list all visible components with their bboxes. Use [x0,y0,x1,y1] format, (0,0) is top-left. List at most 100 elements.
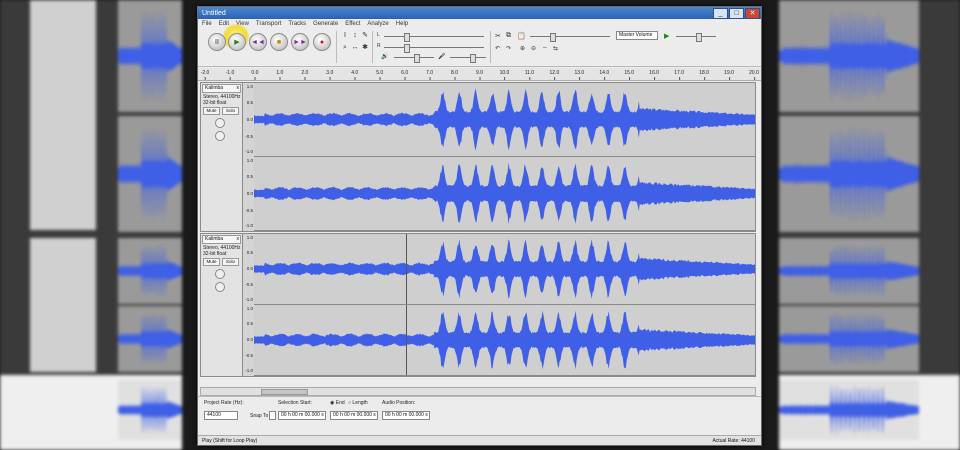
edit-cursor [406,234,407,304]
scrollbar-thumb[interactable] [261,389,308,395]
menu-effect[interactable]: Effect [345,21,360,27]
snap-to-label: Snap To [250,413,269,419]
status-text: Play (Shift for Loop Play) [202,438,258,444]
menu-file[interactable]: File [202,21,212,27]
track-1-mute-button[interactable]: Mute [203,107,220,115]
menu-tracks[interactable]: Tracks [288,21,306,27]
project-rate-select[interactable]: 44100 [204,411,238,420]
edit-cursor [406,305,407,375]
audio-position-label: Audio Position: [382,400,416,406]
skip-start-button[interactable]: ◄◄ [249,33,267,51]
snap-to-checkbox[interactable] [269,411,276,420]
ruler-tick: 15.0 [624,70,635,80]
output-volume-slider[interactable] [394,54,434,63]
ruler-tick: 9.0 [476,70,483,80]
draw-tool-icon[interactable]: ✎ [361,32,369,40]
horizontal-scrollbar[interactable] [200,387,756,396]
ruler-tick: -2.0 [200,70,210,80]
input-meter-label: R [377,43,381,49]
ruler-tick: 3.0 [326,70,334,80]
track-2-pan-slider[interactable] [215,282,225,292]
stop-button[interactable]: ■ [270,33,288,51]
timeline-ruler[interactable]: -2.0 -1.0 0.0 1.0 2.0 3.0 4.0 5.0 6.0 7.0 8.0 9.0 10… [198,68,761,81]
ruler-tick: 2.0 [301,70,309,80]
track-1-close-icon[interactable]: x [237,85,240,91]
track-2-right-waveform[interactable] [254,305,755,376]
paste-icon[interactable]: 📋 [517,32,526,40]
zoom-in-icon[interactable]: ⊕ [520,45,525,52]
ruler-tick: 12.0 [549,70,560,80]
play-button[interactable]: ▶ [228,33,246,51]
pause-button[interactable]: II [208,33,226,51]
minimize-button[interactable]: _ [713,7,728,19]
track-1-bitdepth: 32-bit float [203,100,227,106]
track-2-mute-button[interactable]: Mute [203,258,220,266]
end-radio[interactable]: ◉ End [330,400,345,406]
ruler-tick: 18.0 [699,70,709,80]
track-1-solo-button[interactable]: Solo [222,107,239,115]
track-1-left-waveform[interactable] [254,83,755,157]
skip-end-button[interactable]: ►► [291,33,309,51]
fit-project-icon[interactable]: ⇆ [553,45,558,52]
ruler-tick: 10.0 [499,70,510,80]
ruler-tick: 4.0 [351,70,359,80]
maximize-button[interactable]: □ [729,7,744,19]
track-1-pan-slider[interactable] [215,131,225,141]
input-volume-slider[interactable] [450,54,486,63]
end-label: End [335,400,345,406]
zoom-tool-icon[interactable]: ⌕ [341,44,349,52]
pause-icon: II [215,38,219,46]
audacity-window: Untitled _ □ ✕ File Edit View Transport … [197,6,762,446]
track-2-left-waveform[interactable] [254,234,755,305]
skip-start-icon: ◄◄ [251,38,265,46]
close-button[interactable]: ✕ [745,7,760,19]
skip-end-icon: ►► [293,38,307,46]
length-radio[interactable]: ○ Length [348,400,368,406]
output-device-select[interactable]: Master Volume [616,31,658,40]
track-1-info-panel: Kalimba x Stereo, 44100Hz 32-bit float Mu… [201,83,243,231]
track-2-info-panel: Kalimba x Stereo, 44100Hz 32-bit float Mu… [201,234,243,376]
ruler-tick: 5.0 [376,70,384,80]
track-1[interactable]: Kalimba x Stereo, 44100Hz 32-bit float Mu… [200,82,756,232]
selection-tool-icon[interactable]: I [341,32,349,40]
envelope-tool-icon[interactable]: ↕ [351,32,359,40]
track-2[interactable]: Kalimba x Stereo, 44100Hz 32-bit float Mu… [200,233,756,377]
record-icon: ● [319,38,325,46]
ruler-tick: 8.0 [451,70,459,80]
play-at-speed-icon[interactable]: ▶ [664,32,669,40]
track-1-scale-top: 1.0 0.5 0.0 -0.5 -1.0 [245,84,253,154]
audio-position-field[interactable]: 00 h 00 m 00.000 s [382,411,430,420]
copy-icon[interactable]: ⧉ [506,32,511,40]
redo-icon[interactable]: ↷ [506,45,511,52]
output-meter[interactable] [384,33,484,42]
track-1-gain-slider[interactable] [215,118,225,128]
track-2-name: Kalimba [205,236,224,242]
mic-icon: 🎤 [438,54,446,60]
selection-end-field[interactable]: 00 h 00 m 00.000 s [330,411,378,420]
ruler-tick: 7.0 [426,70,434,80]
input-meter[interactable] [384,44,484,53]
menu-generate[interactable]: Generate [313,21,338,27]
window-title: Untitled [202,9,226,17]
cut-icon[interactable]: ✂ [495,32,501,40]
track-2-solo-button[interactable]: Solo [222,258,239,266]
record-button[interactable]: ● [313,33,331,51]
undo-icon[interactable]: ↶ [495,45,500,52]
selection-toolbar: Project Rate (Hz): 44100 Snap To Selecti… [198,396,761,429]
title-bar: Untitled _ □ ✕ [198,7,761,19]
timeshift-tool-icon[interactable]: ↔ [351,44,359,52]
track-1-right-waveform[interactable] [254,157,755,231]
track-2-gain-slider[interactable] [215,269,225,279]
fit-selection-icon[interactable]: ⇔ [542,45,548,51]
selection-start-field[interactable]: 00 h 00 m 00.000 s [278,411,326,420]
track-2-close-icon[interactable]: x [237,236,240,242]
menu-analyze[interactable]: Analyze [367,21,388,27]
track-1-name-button[interactable]: Kalimba x [202,84,241,93]
speed-slider[interactable] [676,33,716,42]
menu-transport[interactable]: Transport [256,21,281,27]
multi-tool-icon[interactable]: ✱ [361,44,369,52]
menu-help[interactable]: Help [396,21,408,27]
playback-speed-slider[interactable] [530,33,610,42]
track-2-name-button[interactable]: Kalimba x [202,235,241,244]
zoom-out-icon[interactable]: ⊖ [531,45,536,52]
